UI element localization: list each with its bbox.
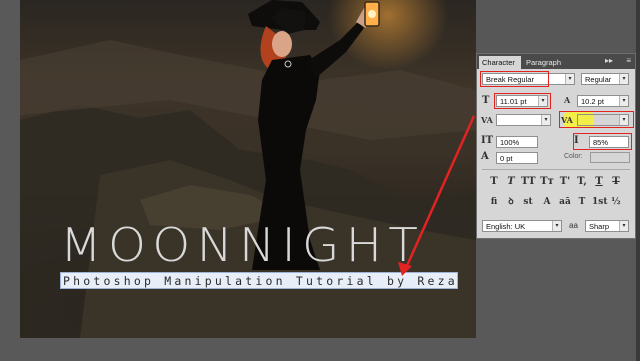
leading-value: 10.2 pt [581, 97, 604, 106]
swash-button[interactable]: A [540, 195, 554, 209]
panel-tabbar: Character Paragraph ▸▸ ≡ [477, 54, 635, 69]
annotation-box-tracking [559, 111, 634, 128]
character-panel: Character Paragraph ▸▸ ≡ Break Regular ▾… [476, 53, 636, 239]
antialias-icon: aa [569, 221, 578, 230]
kerning-input[interactable]: ▾ [496, 114, 551, 126]
ordinals-button[interactable]: T [575, 195, 589, 209]
type-style-row: T T TT Tт T' T, T T [487, 175, 627, 191]
leading-input[interactable]: 10.2 pt ▾ [577, 95, 629, 107]
chevron-down-icon: ▾ [552, 221, 561, 231]
workspace-background [476, 0, 636, 53]
annotation-box-font-size [494, 93, 551, 109]
strikethrough-button[interactable]: T [609, 175, 623, 189]
subtitle-text: Photoshop Manipulation Tutorial by Reza [63, 274, 458, 288]
all-caps-button[interactable]: TT [521, 175, 536, 189]
language-select[interactable]: English: UK ▾ [482, 220, 562, 232]
small-caps-button[interactable]: Tт [540, 175, 554, 189]
font-size-icon: T [482, 95, 490, 106]
document-canvas[interactable]: MOONNIGHT Photoshop Manipulation Tutoria… [20, 0, 476, 338]
baseline-shift-input[interactable]: 0 pt [496, 152, 538, 164]
color-swatch[interactable] [590, 152, 630, 163]
vertical-scale-value: 100% [500, 138, 520, 147]
fractions-button[interactable]: ½ [609, 195, 623, 209]
baseline-shift-icon: A [481, 151, 489, 162]
font-style-select[interactable]: Regular ▾ [581, 73, 629, 85]
right-dock-strip [636, 0, 640, 361]
canvas-title-text[interactable]: MOONNIGHT [60, 218, 438, 272]
chevron-down-icon: ▾ [619, 74, 628, 84]
subtitle-text-layer[interactable]: Photoshop Manipulation Tutorial by Reza [60, 272, 458, 289]
annotation-box-horizontal-scale [573, 133, 632, 150]
tab-paragraph[interactable]: Paragraph [523, 56, 563, 69]
annotation-box-font-family [480, 71, 549, 87]
superscript-button[interactable]: T' [558, 175, 572, 189]
panel-menu-icon[interactable]: ≡ [626, 56, 631, 65]
language-value: English: UK [486, 222, 526, 231]
kerning-icon: VA [481, 115, 493, 125]
discretionary-ligatures-button[interactable]: ꝺ [504, 195, 518, 209]
chevron-down-icon: ▾ [541, 115, 550, 125]
faux-italic-button[interactable]: T [504, 175, 518, 189]
underline-button[interactable]: T [592, 175, 606, 189]
tab-character[interactable]: Character [479, 56, 521, 69]
chevron-down-icon: ▾ [565, 74, 574, 84]
ligatures-button[interactable]: fi [487, 195, 501, 209]
stylistic-alternates-button[interactable]: st [521, 195, 535, 209]
leading-icon: A [564, 95, 571, 105]
vertical-scale-input[interactable]: 100% [496, 136, 538, 148]
subscript-button[interactable]: T, [575, 175, 589, 189]
faux-bold-button[interactable]: T [487, 175, 501, 189]
opentype-row: fi ꝺ st A aā T 1st ½ [487, 195, 627, 211]
collapse-icon[interactable]: ▸▸ [605, 56, 613, 65]
chevron-down-icon: ▾ [619, 96, 628, 106]
chevron-down-icon: ▾ [619, 221, 628, 231]
divider [482, 169, 630, 170]
titling-button[interactable]: aā [558, 195, 572, 209]
antialias-value: Sharp [589, 222, 610, 231]
font-style-value: Regular [585, 75, 612, 84]
baseline-shift-value: 0 pt [500, 154, 513, 163]
vertical-scale-icon: IT [481, 135, 494, 146]
antialias-select[interactable]: Sharp ▾ [585, 220, 629, 232]
color-label: Color: [564, 153, 583, 160]
ordinal-button[interactable]: 1st [592, 195, 608, 209]
